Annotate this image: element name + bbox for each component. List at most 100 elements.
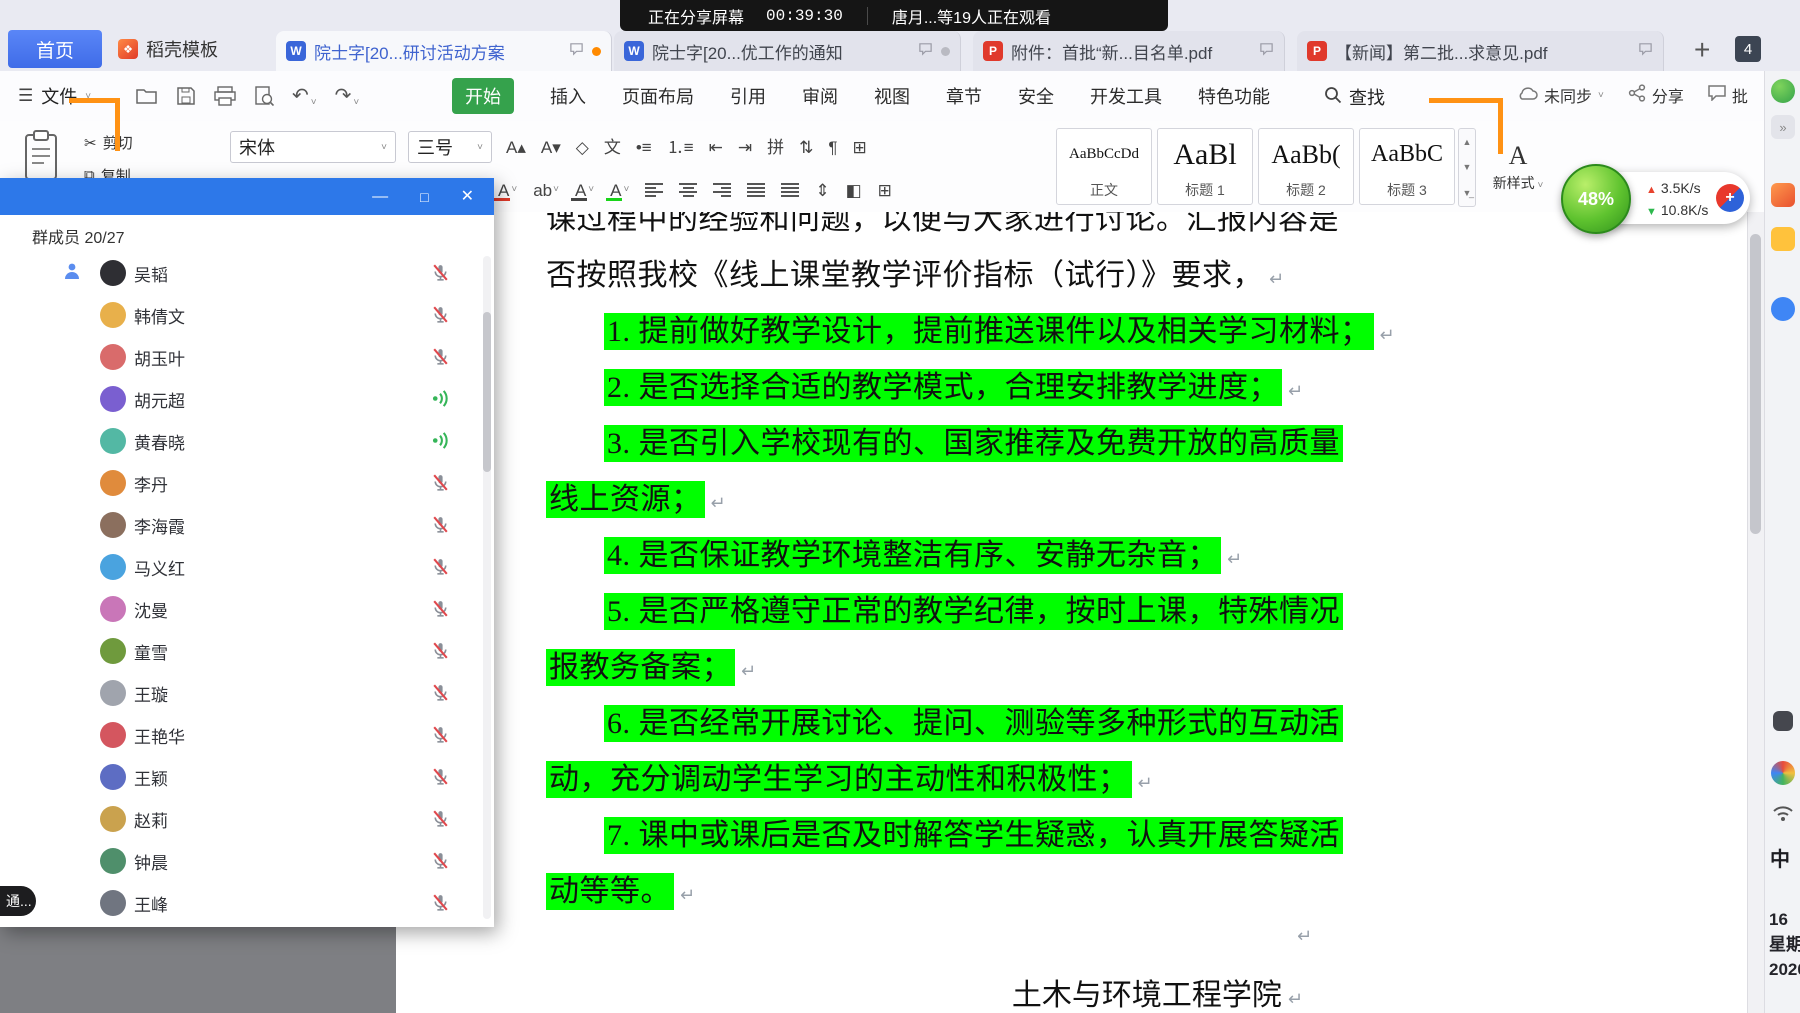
color-wheel-icon[interactable] <box>1771 761 1795 785</box>
align-distribute-icon[interactable] <box>781 183 799 197</box>
decrease-font-size-icon[interactable]: A▾ <box>541 139 561 156</box>
comment-button[interactable]: 批 <box>1708 83 1748 107</box>
style-preset[interactable]: AaBbCcDd正文 <box>1056 128 1152 205</box>
share-timer: 00:39:30 <box>766 7 843 25</box>
member-row[interactable]: 沈曼 <box>0 588 482 630</box>
ribbon-tab[interactable]: 插入 <box>550 83 586 109</box>
member-row[interactable]: 黄春晓 <box>0 420 482 462</box>
document-tab[interactable]: W院士字[20...优工作的通知 <box>614 31 961 71</box>
speed-ball[interactable]: 48% <box>1561 164 1631 234</box>
border-icon[interactable]: ⊞ <box>878 182 892 199</box>
close-icon[interactable]: ✕ <box>461 189 474 205</box>
app-icon-orange[interactable] <box>1771 183 1795 207</box>
member-row[interactable]: 钟晨 <box>0 840 482 882</box>
font-name-select[interactable]: 宋体 ˅ <box>230 131 396 163</box>
member-row[interactable]: 韩倩文 <box>0 294 482 336</box>
document-tab[interactable]: W院士字[20...研讨活动方案 <box>276 31 612 71</box>
member-row[interactable]: 王璇 <box>0 672 482 714</box>
scrollbar-thumb[interactable] <box>483 312 491 472</box>
member-row[interactable]: 王峰 <box>0 882 482 924</box>
increase-font-size-icon[interactable]: A▴ <box>506 139 526 156</box>
wifi-signal-icon[interactable] <box>1771 803 1795 827</box>
formatting-marks-icon[interactable]: ¶ <box>828 139 837 156</box>
new-tab-button[interactable]: + <box>1694 36 1710 64</box>
strikethrough-icon[interactable]: ab˅ <box>533 182 559 199</box>
ribbon-tab[interactable]: 开发工具 <box>1090 83 1162 109</box>
accelerator-ball-icon[interactable]: + <box>1716 184 1744 212</box>
collapse-arrows-icon[interactable]: » <box>1771 115 1795 139</box>
save-icon[interactable] <box>176 86 196 106</box>
member-row[interactable]: 吴韬 <box>0 252 482 294</box>
home-tab[interactable]: 首页 <box>8 30 102 68</box>
redo-button[interactable]: ↷˅ <box>335 83 360 108</box>
decrease-indent-icon[interactable]: ⇤ <box>709 139 723 156</box>
ribbon-tab[interactable]: 视图 <box>874 83 910 109</box>
align-justify-icon[interactable] <box>747 183 765 197</box>
notification-tab[interactable]: 通... <box>0 886 36 916</box>
underline-icon[interactable]: A˅ <box>575 182 594 199</box>
document-tab[interactable]: P【新闻】第二批...求意见.pdf <box>1297 31 1664 71</box>
symbol-icon[interactable]: 文 <box>604 139 621 156</box>
shading-icon[interactable]: ◧ <box>846 182 862 199</box>
ime-indicator[interactable]: 中 <box>1770 843 1790 872</box>
ribbon-tab[interactable]: 页面布局 <box>622 83 694 109</box>
sort-icon[interactable]: ⇅ <box>799 139 813 156</box>
member-row[interactable]: 李丹 <box>0 462 482 504</box>
open-folder-icon[interactable] <box>136 86 158 106</box>
maximize-icon[interactable]: □ <box>420 190 428 204</box>
align-center-icon[interactable] <box>679 183 697 197</box>
templates-tab[interactable]: ❖ 稻壳模板 <box>118 30 218 68</box>
font-color-icon[interactable]: A˅ <box>498 182 517 199</box>
app-icon-dark[interactable] <box>1773 711 1793 731</box>
clock-line: 16 <box>1769 907 1800 932</box>
member-row[interactable]: 王艳华 <box>0 714 482 756</box>
member-row[interactable]: 胡玉叶 <box>0 336 482 378</box>
undo-button[interactable]: ↶˅ <box>292 83 317 108</box>
member-row[interactable]: 赵莉 <box>0 798 482 840</box>
member-row[interactable]: 胡元超 <box>0 378 482 420</box>
numbered-list-icon[interactable]: ⒈≡ <box>667 139 694 156</box>
line-spacing-icon[interactable]: ⇕ <box>815 182 829 199</box>
increase-indent-icon[interactable]: ⇥ <box>738 139 752 156</box>
folder-icon[interactable] <box>1771 227 1795 251</box>
avatar-icon[interactable] <box>1771 297 1795 321</box>
table-icon[interactable]: ⊞ <box>853 139 867 156</box>
print-icon[interactable] <box>214 86 236 106</box>
print-preview-icon[interactable] <box>254 86 274 106</box>
sync-status-button[interactable]: 未同步 ˅ <box>1516 83 1604 107</box>
align-left-icon[interactable] <box>645 183 663 197</box>
clear-formatting-icon[interactable]: ◇ <box>576 139 589 156</box>
ribbon-tab[interactable]: 开始 <box>452 78 514 114</box>
font-size-select[interactable]: 三号 ˅ <box>408 131 492 163</box>
ribbon-tab[interactable]: 审阅 <box>802 83 838 109</box>
ribbon-tab[interactable]: 章节 <box>946 83 982 109</box>
ribbon-tab[interactable]: 引用 <box>730 83 766 109</box>
bullet-list-icon[interactable]: •≡ <box>636 139 652 156</box>
document-scrollbar[interactable] <box>1747 212 1764 1013</box>
minimize-icon[interactable]: — <box>372 189 388 205</box>
document-page[interactable]: 土木与环境工程学院 课过程中的经验和问题，以便与大家进行讨论。汇报内容是否按照我… <box>396 212 1747 1013</box>
panel-title-bar[interactable]: — □ ✕ <box>0 178 494 215</box>
member-name: 黄春晓 <box>134 429 185 454</box>
green-status-icon[interactable] <box>1771 79 1795 103</box>
phonetic-guide-icon[interactable]: 拼 <box>767 139 784 156</box>
chevron-down-icon: ˅ <box>623 185 629 195</box>
member-row[interactable]: 王颖 <box>0 756 482 798</box>
member-row[interactable]: 童雪 <box>0 630 482 672</box>
ribbon-tab[interactable]: 安全 <box>1018 83 1054 109</box>
align-right-icon[interactable] <box>713 183 731 197</box>
member-row[interactable]: 李海霞 <box>0 504 482 546</box>
ribbon-tab[interactable]: 特色功能 <box>1198 83 1270 109</box>
meeting-members-panel[interactable]: — □ ✕ 群成员 20/27 吴韬韩倩文胡玉叶胡元超黄春晓李丹李海霞马义红沈曼… <box>0 178 494 927</box>
highlighted-text: 3. 是否引入学校现有的、国家推荐及免费开放的高质量 <box>604 425 1343 462</box>
text-highlight-icon[interactable]: A˅ <box>610 182 629 199</box>
style-preset[interactable]: AaBb(标题 2 <box>1258 128 1354 205</box>
share-button[interactable]: 分享 <box>1628 83 1684 107</box>
panel-scrollbar[interactable] <box>483 256 491 919</box>
document-tab[interactable]: P附件：首批“新...目名单.pdf <box>973 31 1285 71</box>
tab-count-badge[interactable]: 4 <box>1735 36 1761 62</box>
member-row[interactable]: 马义红 <box>0 546 482 588</box>
style-preset[interactable]: AaBl标题 1 <box>1157 128 1253 205</box>
scrollbar-thumb[interactable] <box>1750 234 1761 534</box>
find-button[interactable]: 查找 <box>1324 84 1385 110</box>
